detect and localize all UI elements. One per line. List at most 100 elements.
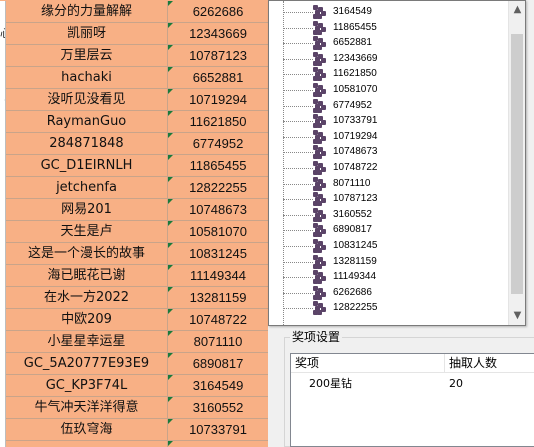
user-id-cell[interactable]: 6890817 <box>168 353 268 375</box>
tree-item[interactable]: 10831245 <box>269 238 509 254</box>
tree-item[interactable]: 6652881 <box>269 35 509 51</box>
tree-item[interactable]: 10748722 <box>269 160 509 176</box>
number-as-text-indicator-icon <box>168 265 173 270</box>
tree-item-label: 12822255 <box>333 302 378 314</box>
tree-item[interactable]: 3164549 <box>269 4 509 20</box>
nickname-cell[interactable]: GC_5A20777E93E9 <box>6 353 168 375</box>
user-id-cell[interactable]: 10748673 <box>168 199 268 221</box>
tree-item[interactable]: 6890817 <box>269 222 509 238</box>
user-id-cell[interactable]: 13281159 <box>168 287 268 309</box>
tree-item-label: 8071110 <box>333 177 371 189</box>
tree-branch-line <box>283 199 313 201</box>
tree-node-icon <box>313 285 327 300</box>
user-id-text: 10748722 <box>189 312 247 327</box>
tree-branch-line <box>283 43 313 45</box>
user-id-cell[interactable]: 6774952 <box>168 133 268 155</box>
nickname-cell[interactable]: GC_KP3F74L <box>6 375 168 397</box>
tree-node-icon <box>313 20 327 35</box>
user-id-cell[interactable]: 11865455 <box>168 155 268 177</box>
tree-item[interactable]: 8071110 <box>269 176 509 192</box>
sheet-row: GC_D1EIRNLH 11865455 <box>0 155 268 177</box>
nickname-cell[interactable]: 万里层云 <box>6 45 168 67</box>
tree-item[interactable]: 6262686 <box>269 285 509 301</box>
scroll-down-arrow-icon[interactable]: ▼ <box>509 307 525 324</box>
tree-node-icon <box>313 239 327 253</box>
tree-branch-line <box>283 105 313 107</box>
nickname-cell[interactable]: 缘分的力量解解 <box>6 1 168 23</box>
tree-item[interactable]: 10719294 <box>269 129 509 145</box>
tree-node-icon <box>313 129 327 144</box>
nickname-cell[interactable] <box>6 441 168 447</box>
nickname-cell[interactable]: 中欧209 <box>6 309 168 331</box>
sheet-row: 天生是卢 10581070 <box>0 221 268 243</box>
nickname-cell[interactable]: 在水一方2022 <box>6 287 168 309</box>
user-id-cell[interactable]: 10719294 <box>168 89 268 111</box>
tree-item[interactable]: 11149344 <box>269 269 509 285</box>
sheet-row: /GC_5A20777E93E96890817 <box>0 353 268 375</box>
user-id-cell[interactable]: 3160552 <box>168 397 268 419</box>
user-id-cell[interactable]: 8071110 <box>168 331 268 353</box>
nickname-cell[interactable]: hachaki <box>6 67 168 89</box>
user-id-cell[interactable]: 6262686 <box>168 1 268 23</box>
nickname-cell[interactable]: 伍玖穹海 <box>6 419 168 441</box>
prize-count-cell[interactable]: 20 <box>449 376 463 392</box>
id-tree-popup[interactable]: 3164549 11865455 6652881 12343669 11621850 10… <box>268 0 526 326</box>
tree-item-label: 11621850 <box>333 68 377 80</box>
tree-item-label: 6890817 <box>333 224 372 236</box>
tree-branch-line <box>283 292 313 294</box>
scroll-up-arrow-icon[interactable]: ▲ <box>509 1 525 18</box>
user-id-cell[interactable]: 11621850 <box>168 111 268 133</box>
user-id-cell[interactable]: 10733791 <box>168 419 268 441</box>
nickname-cell[interactable]: 这是一个漫长的故事 <box>6 243 168 265</box>
nickname-cell[interactable]: 小星星幸运星 <box>6 331 168 353</box>
user-id-cell[interactable]: 6652881 <box>168 67 268 89</box>
sheet-row: 在水一方2022 13281159 <box>0 287 268 309</box>
tree-item[interactable]: 10581070 <box>269 82 509 98</box>
nickname-cell[interactable]: RaymanGuo <box>6 111 168 133</box>
tree-item[interactable]: 10787123 <box>269 191 509 207</box>
tree-item[interactable]: 3160552 <box>269 207 509 223</box>
nickname-cell[interactable]: 284871848 <box>6 133 168 155</box>
user-id-cell[interactable]: 10787123 <box>168 45 268 67</box>
prize-list[interactable]: 奖项 抽取人数 200星钻 20 <box>290 353 534 447</box>
tree-item[interactable]: 13281159 <box>269 254 509 270</box>
nickname-cell[interactable]: 网易201 <box>6 199 168 221</box>
nickname-cell[interactable]: 牛气冲天洋洋得意 <box>6 397 168 419</box>
user-id-cell[interactable] <box>168 441 268 447</box>
tree-branch-line <box>283 308 313 310</box>
sheet-row: 小星星幸运星 8071110 <box>0 331 268 353</box>
column-header-count[interactable]: 抽取人数 <box>445 354 534 373</box>
user-id-cell[interactable]: 12822255 <box>168 177 268 199</box>
user-id-cell[interactable]: 12343669 <box>168 23 268 45</box>
tree-item-label: 11149344 <box>333 271 377 283</box>
user-id-cell[interactable]: 10748722 <box>168 309 268 331</box>
user-id-cell[interactable]: 10831245 <box>168 243 268 265</box>
user-id-cell[interactable]: 11149344 <box>168 265 268 287</box>
tree-node-icon <box>313 301 327 316</box>
nickname-cell[interactable]: 天生是卢 <box>6 221 168 243</box>
tree-item[interactable]: 11865455 <box>269 20 509 36</box>
nickname-cell[interactable]: jetchenfa <box>6 177 168 199</box>
number-as-text-indicator-icon <box>168 133 173 138</box>
tree-item[interactable]: 12822255 <box>269 300 509 316</box>
prize-item-cell[interactable]: 200星钻 <box>309 376 352 392</box>
tree-scrollbar[interactable]: ▲ ▼ <box>508 1 525 325</box>
nickname-cell[interactable]: GC_D1EIRNLH <box>6 155 168 177</box>
nickname-cell[interactable]: 没听见没看见 <box>6 89 168 111</box>
tree-item[interactable]: 10748673 <box>269 144 509 160</box>
sheet-row: 缘分的力量解解 6262686 <box>0 1 268 23</box>
scrollbar-thumb[interactable] <box>511 34 523 294</box>
nickname-cell[interactable]: 凯丽呀 <box>6 23 168 45</box>
user-id-cell[interactable]: 10581070 <box>168 221 268 243</box>
tree-item[interactable]: 10733791 <box>269 113 509 129</box>
column-header-item[interactable]: 奖项 <box>291 354 445 373</box>
user-id-text: 10733791 <box>189 422 247 437</box>
tree-branch-line <box>283 246 313 247</box>
user-id-cell[interactable]: 3164549 <box>168 375 268 397</box>
tree-item[interactable]: 12343669 <box>269 51 509 67</box>
number-as-text-indicator-icon <box>168 89 173 94</box>
tree-item[interactable]: 6774952 <box>269 98 509 114</box>
nickname-cell[interactable]: 海已眠花已谢 <box>6 265 168 287</box>
sheet-row: GC_KP3F74L 3164549 <box>0 375 268 397</box>
tree-item[interactable]: 11621850 <box>269 66 509 82</box>
